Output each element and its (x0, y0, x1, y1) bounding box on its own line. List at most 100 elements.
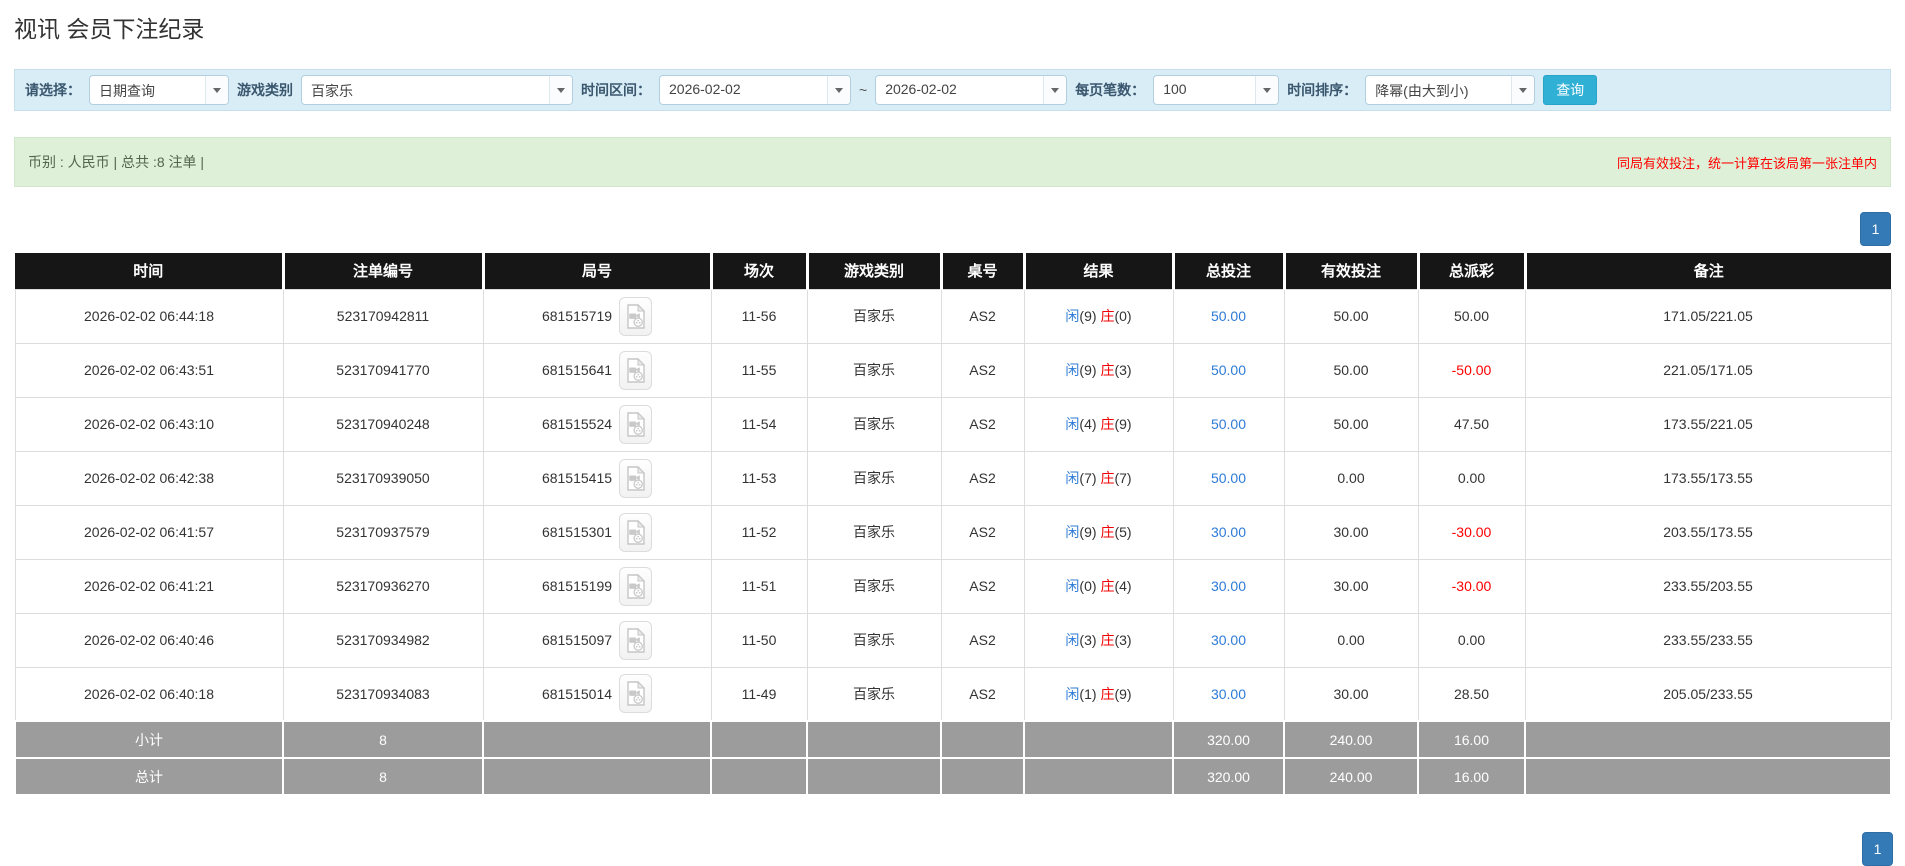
footer-cell-empty (482, 720, 712, 759)
page-1-button[interactable]: 1 (1860, 212, 1891, 246)
result-banker-score: (3) (1114, 632, 1132, 648)
total-bet-link[interactable]: 50.00 (1211, 470, 1246, 486)
cell-time: 2026-02-02 06:41:21 (14, 558, 284, 614)
total-bet-link[interactable]: 30.00 (1211, 578, 1246, 594)
cell-round-id: 681515641 (482, 342, 712, 398)
cell-game-type: 百家乐 (806, 396, 942, 452)
round-id-group: 681515097 (485, 620, 710, 660)
cell-bet-id: 523170939050 (282, 450, 484, 506)
date-from-select[interactable]: 2026-02-02 (659, 75, 851, 105)
subtotal-row: 小计 8 320.00 240.00 16.00 (14, 720, 1892, 759)
cell-payout: 0.00 (1417, 612, 1526, 668)
footer-cell-empty (806, 720, 942, 759)
round-id-group: 681515524 (485, 404, 710, 444)
payout-value: 50.00 (1453, 308, 1490, 324)
cell-result: 闲(9) 庄(3) (1023, 342, 1174, 398)
cell-payout: -30.00 (1417, 504, 1526, 560)
cell-session: 11-55 (710, 342, 808, 398)
page-size-select[interactable]: 100 (1153, 75, 1280, 105)
cell-bet-id: 523170934982 (282, 612, 484, 668)
result-banker-score: (4) (1114, 578, 1132, 594)
video-replay-button[interactable] (619, 566, 653, 606)
video-replay-button[interactable] (619, 620, 653, 660)
table-row: 2026-02-02 06:42:38 523170939050 681515415… (14, 450, 1892, 506)
video-replay-button[interactable] (619, 296, 653, 336)
round-id-group: 681515641 (485, 350, 710, 390)
result-player-label: 闲 (1065, 524, 1080, 540)
cell-time: 2026-02-02 06:41:57 (14, 504, 284, 560)
chevron-down-icon[interactable] (1511, 76, 1535, 104)
cell-round-id: 681515415 (482, 450, 712, 506)
cell-total-bet: 30.00 (1172, 504, 1285, 560)
date-to-select[interactable]: 2026-02-02 (875, 75, 1068, 105)
round-id-value: 681515014 (541, 685, 613, 702)
cell-game-type: 百家乐 (806, 666, 942, 722)
cell-time: 2026-02-02 06:43:51 (14, 342, 284, 398)
search-button[interactable]: 查询 (1543, 75, 1598, 105)
result-player-score: (9) (1079, 524, 1097, 540)
sort-select[interactable]: 降幂(由大到小) (1365, 75, 1536, 105)
round-id-value: 681515719 (541, 308, 613, 324)
video-replay-button[interactable] (619, 404, 653, 444)
round-id-value: 681515301 (541, 524, 613, 540)
column-header-valid_bet: 有效投注 (1284, 253, 1420, 289)
column-header-session: 场次 (711, 253, 809, 289)
result-banker-label: 庄 (1100, 416, 1115, 432)
game-type-select[interactable]: 百家乐 (301, 75, 573, 105)
result-banker-score: (3) (1114, 362, 1132, 378)
footer-cell-empty (710, 757, 808, 796)
round-id-group: 681515301 (485, 512, 710, 552)
result-player-label: 闲 (1065, 416, 1080, 432)
page-1-button[interactable]: 1 (1862, 832, 1893, 866)
query-type-select[interactable]: 日期查询 (89, 75, 229, 105)
round-id-group: 681515014 (485, 674, 710, 714)
footer-cell-total-bet-sum: 320.00 (1172, 720, 1285, 759)
video-replay-button[interactable] (619, 350, 653, 390)
footer-cell-empty (940, 757, 1025, 796)
cell-session: 11-56 (710, 288, 808, 344)
cell-remark: 233.55/233.55 (1524, 612, 1892, 668)
column-header-payout: 总派彩 (1418, 253, 1527, 289)
cell-result: 闲(4) 庄(9) (1023, 396, 1174, 452)
result-player-label: 闲 (1065, 578, 1080, 594)
cell-result: 闲(1) 庄(9) (1023, 666, 1174, 722)
cell-time: 2026-02-02 06:42:38 (14, 450, 284, 506)
cell-bet-id: 523170936270 (282, 558, 484, 614)
total-bet-link[interactable]: 50.00 (1211, 362, 1246, 378)
total-bet-link[interactable]: 30.00 (1211, 632, 1246, 648)
cell-time: 2026-02-02 06:40:18 (14, 666, 284, 722)
result-player-label: 闲 (1065, 362, 1080, 378)
chevron-down-icon[interactable] (827, 76, 850, 104)
chevron-down-icon[interactable] (205, 76, 228, 104)
video-replay-button[interactable] (619, 674, 653, 714)
cell-table-no: AS2 (940, 450, 1025, 506)
cell-table-no: AS2 (940, 288, 1025, 344)
chevron-down-icon[interactable] (1043, 76, 1067, 104)
page: 视讯 会员下注纪录 请选择： 日期查询 游戏类别 百家乐 时间区间： 2026-… (0, 14, 1905, 796)
total-bet-link[interactable]: 30.00 (1211, 524, 1246, 540)
cell-remark: 205.05/233.55 (1524, 666, 1892, 722)
cell-round-id: 681515719 (482, 288, 712, 344)
cell-bet-id: 523170941770 (282, 342, 484, 398)
cell-game-type: 百家乐 (806, 504, 942, 560)
cell-total-bet: 30.00 (1172, 666, 1285, 722)
table-row: 2026-02-02 06:43:10 523170940248 681515524… (14, 396, 1892, 452)
result-banker-label: 庄 (1100, 308, 1115, 324)
total-bet-link[interactable]: 50.00 (1211, 416, 1246, 432)
video-replay-button[interactable] (619, 512, 653, 552)
column-header-table_no: 桌号 (941, 253, 1026, 289)
cell-round-id: 681515199 (482, 558, 712, 614)
cell-table-no: AS2 (940, 396, 1025, 452)
footer-cell-empty (940, 720, 1025, 759)
total-bet-link[interactable]: 50.00 (1211, 308, 1246, 324)
cell-remark: 203.55/173.55 (1524, 504, 1892, 560)
cell-remark: 173.55/221.05 (1524, 396, 1892, 452)
total-bet-link[interactable]: 30.00 (1211, 686, 1246, 702)
time-range-label: 时间区间： (581, 82, 651, 98)
video-replay-button[interactable] (619, 458, 653, 498)
chevron-down-icon[interactable] (1255, 76, 1279, 104)
game-type-value: 百家乐 (311, 83, 353, 99)
cell-time: 2026-02-02 06:40:46 (14, 612, 284, 668)
chevron-down-icon[interactable] (549, 76, 572, 104)
video-file-icon (626, 573, 645, 599)
